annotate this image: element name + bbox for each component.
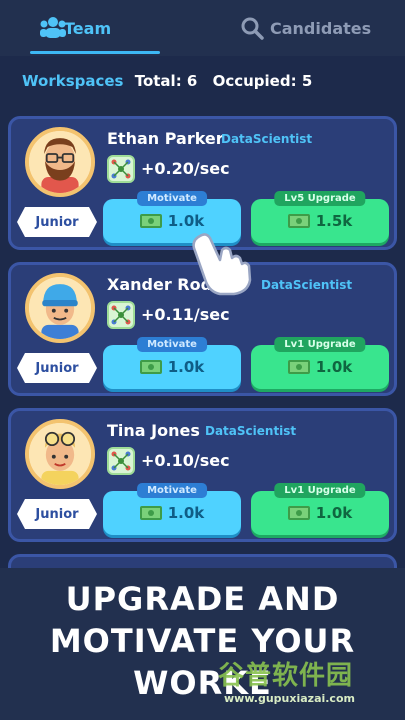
cash-icon: [139, 360, 162, 374]
avatar-sunglasses-woman-icon: [29, 423, 91, 485]
avatar: [25, 273, 95, 343]
avatar: [25, 127, 95, 197]
tab-candidates[interactable]: Candidates: [240, 0, 371, 56]
upgrade-label: Lv1 Upgrade: [274, 337, 366, 352]
people-icon: [40, 17, 66, 38]
cash-icon: [287, 506, 310, 520]
upgrade-label: Lv1 Upgrade: [274, 483, 366, 498]
employee-role: DataScientist: [205, 424, 297, 438]
upgrade-button[interactable]: Lv1 Upgrade 1.0k: [251, 337, 389, 389]
motivate-button[interactable]: Motivate 1.0k: [103, 483, 241, 535]
watermark-cn: 谷普软件园: [218, 661, 354, 691]
cash-icon: [139, 214, 162, 228]
rank-badge: Junior: [17, 499, 97, 529]
avatar: [25, 419, 95, 489]
tab-candidates-label: Candidates: [270, 18, 372, 38]
upgrade-button[interactable]: Lv5 Upgrade 1.5k: [251, 191, 389, 243]
avatar-beanie-man-icon: [29, 277, 91, 339]
cash-icon: [139, 506, 162, 520]
upgrade-cost: 1.0k: [315, 358, 353, 376]
motivate-label: Motivate: [137, 337, 207, 352]
upgrade-label: Lv5 Upgrade: [274, 191, 366, 206]
motivate-cost: 1.0k: [167, 358, 205, 376]
employee-name: Tina Jones: [107, 421, 200, 440]
pointer-hand-icon: [192, 233, 252, 296]
tab-team[interactable]: Team: [30, 0, 160, 56]
employee-name: Ethan Parker: [107, 129, 224, 148]
upgrade-cost: 1.0k: [315, 504, 353, 522]
motivate-label: Motivate: [137, 483, 207, 498]
workspaces-label: Workspaces: [22, 72, 124, 90]
motivate-label: Motivate: [137, 191, 207, 206]
rank-badge: Junior: [17, 353, 97, 383]
income-rate: +0.10/sec: [141, 451, 230, 470]
employee-role: DataScientist: [221, 132, 313, 146]
income-rate: +0.20/sec: [141, 159, 230, 178]
network-icon: [107, 447, 135, 475]
motivate-button[interactable]: Motivate 1.0k: [103, 337, 241, 389]
income-rate: +0.11/sec: [141, 305, 230, 324]
tab-bar: Team Candidates: [0, 0, 405, 56]
employee-role: DataScientist: [261, 278, 353, 292]
cash-icon: [287, 360, 310, 374]
network-icon: [107, 155, 135, 183]
cash-icon: [287, 214, 310, 228]
search-icon: [241, 17, 264, 40]
watermark: 谷普软件园 www.gupuxiazai.com: [218, 660, 403, 718]
network-icon: [107, 301, 135, 329]
upgrade-button[interactable]: Lv1 Upgrade 1.0k: [251, 483, 389, 535]
tab-team-label: Team: [64, 18, 112, 38]
watermark-url: www.gupuxiazai.com: [224, 692, 355, 705]
rank-badge: Junior: [17, 207, 97, 237]
workspaces-total: Total: 6: [134, 72, 198, 90]
upgrade-cost: 1.5k: [315, 212, 353, 230]
avatar-bearded-man-icon: [29, 131, 91, 193]
employee-card: Junior Tina Jones DataScientist +0.10/se…: [8, 408, 397, 542]
workspaces-occupied: Occupied: 5: [212, 72, 313, 90]
motivate-cost: 1.0k: [167, 504, 205, 522]
tab-active-indicator: [30, 51, 160, 54]
workspace-stats: Workspaces Total: 6 Occupied: 5: [22, 72, 322, 90]
